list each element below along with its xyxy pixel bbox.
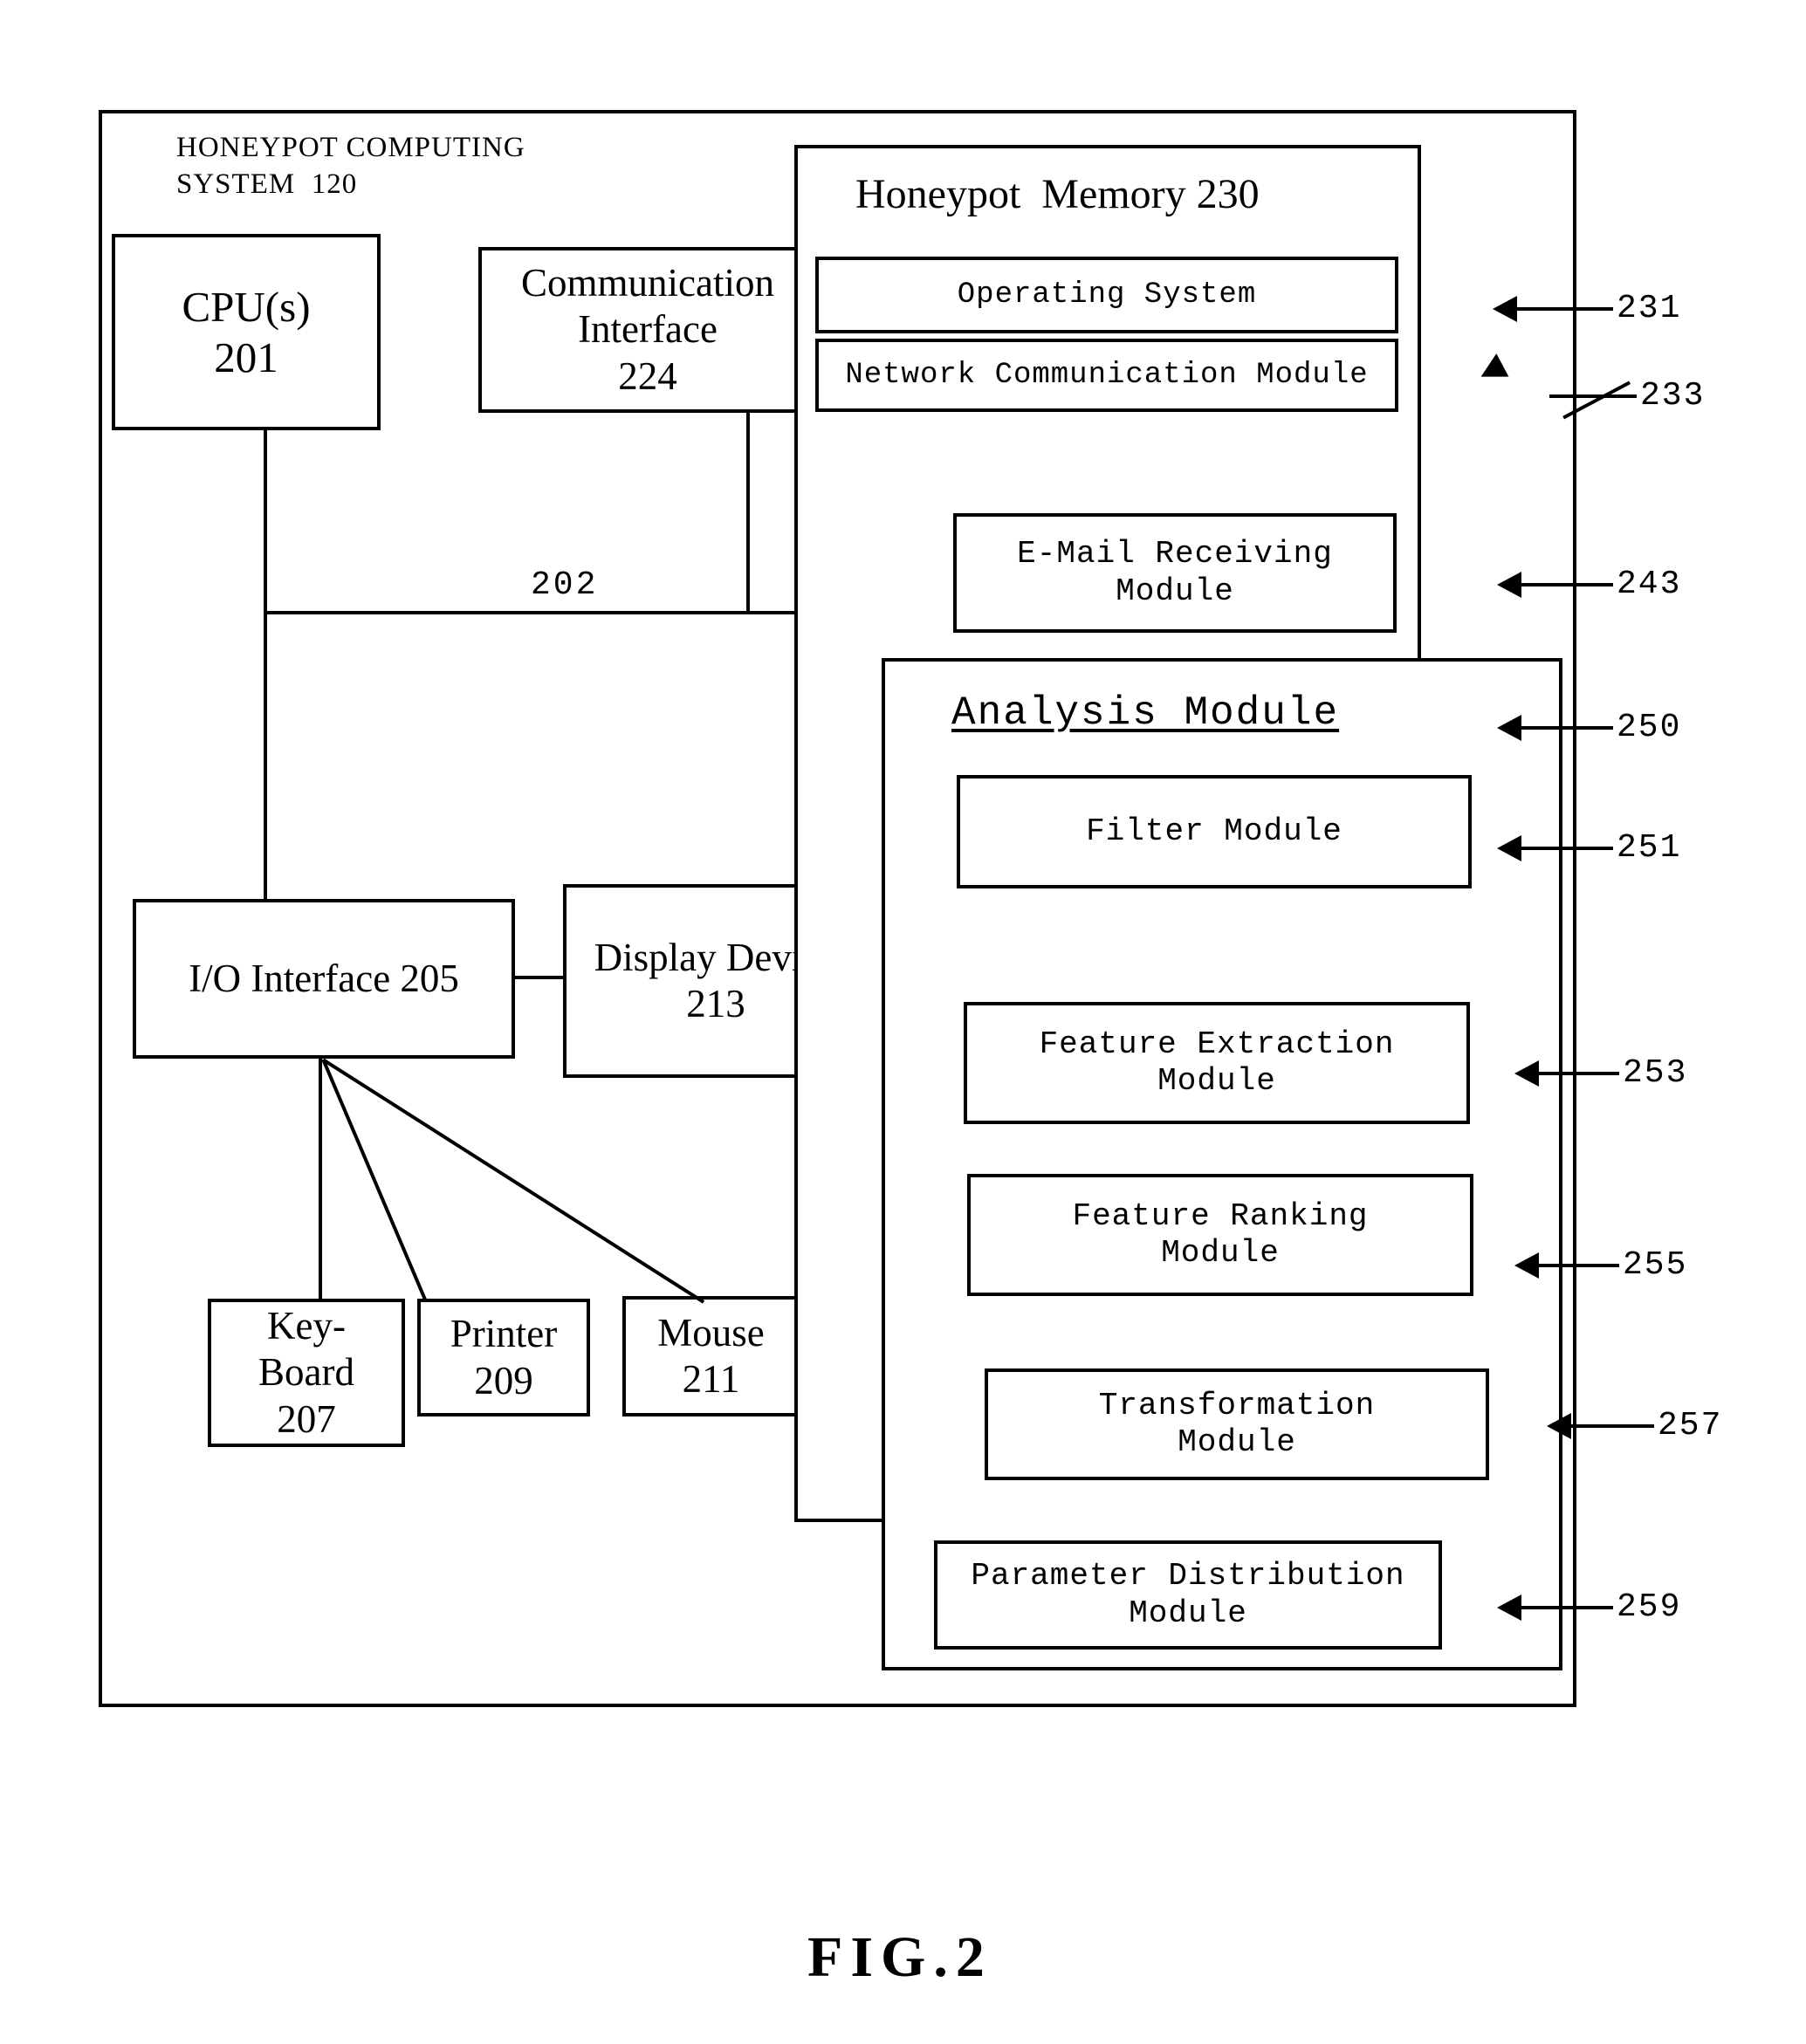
transformation-module-label-line2: Module [1178, 1424, 1296, 1460]
mouse-box: Mouse 211 [622, 1296, 800, 1416]
ref-number-259: 259 [1617, 1588, 1682, 1626]
parameter-distribution-module-box: Parameter Distribution Module [934, 1540, 1442, 1650]
communication-interface-label-line2: Interface [578, 307, 718, 352]
patent-figure-page: HONEYPOT COMPUTING SYSTEM 120 CPU(s) 201… [0, 0, 1806, 2044]
ref-number-251: 251 [1617, 829, 1682, 867]
transformation-module-box: Transformation Module [985, 1368, 1489, 1480]
feature-extraction-module-box: Feature Extraction Module [964, 1002, 1470, 1124]
email-receiving-module-box: E-Mail Receiving Module [953, 513, 1397, 633]
printer-label-line2: 209 [474, 1358, 533, 1403]
arrow-head-icon [1493, 295, 1517, 322]
email-receiving-module-label-line1: E-Mail Receiving [1017, 536, 1333, 573]
arrow-head-icon [1497, 834, 1521, 861]
display-device-label-line2: 213 [686, 982, 745, 1025]
ref-number-231: 231 [1617, 290, 1682, 327]
arrow-shaft [1517, 306, 1613, 311]
transformation-module-label-line1: Transformation [1098, 1387, 1376, 1423]
ref-number-243: 243 [1617, 566, 1682, 603]
bus-label-202: 202 [531, 566, 599, 604]
keyboard-label-line1: Key- [267, 1304, 346, 1348]
ref-number-233: 233 [1640, 377, 1706, 415]
ref-arrow-251: 251 [1497, 829, 1681, 867]
keyboard-label-line3: 207 [277, 1396, 336, 1441]
network-communication-module-box: Network Communication Module [815, 339, 1398, 412]
io-display-connector [515, 976, 565, 979]
ref-arrow-257: 257 [1547, 1407, 1722, 1444]
communication-interface-bus-vertical [746, 410, 750, 613]
io-interface-label: I/O Interface 205 [189, 956, 459, 1000]
ref-arrow-253: 253 [1514, 1054, 1687, 1092]
honeypot-memory-title: Honeypot Memory 230 [855, 171, 1260, 217]
feature-ranking-module-label-line1: Feature Ranking [1072, 1197, 1369, 1234]
cpu-box: CPU(s) 201 [112, 234, 381, 430]
feature-ranking-module-box: Feature Ranking Module [967, 1174, 1473, 1296]
communication-interface-box: Communication Interface 224 [478, 247, 817, 413]
system-title-line1: HONEYPOT COMPUTING [176, 132, 525, 163]
figure-caption: FIG.2 [807, 1925, 992, 1989]
arrow-shaft [1539, 1071, 1619, 1075]
ref-number-255: 255 [1623, 1246, 1688, 1284]
keyboard-box: Key- Board 207 [208, 1299, 405, 1447]
cpu-label-line2: 201 [214, 333, 278, 381]
arrow-shaft [1521, 1605, 1613, 1609]
filter-module-box: Filter Module [957, 775, 1472, 888]
ref-arrow-231: 231 [1493, 290, 1681, 327]
arrow-shaft [1521, 582, 1613, 586]
operating-system-label: Operating System [957, 278, 1257, 312]
arrow-head-icon [1497, 571, 1521, 598]
operating-system-box: Operating System [815, 257, 1398, 333]
communication-interface-label-line1: Communication [521, 261, 774, 305]
ref-arrow-243: 243 [1497, 566, 1681, 603]
arrow-shaft [1571, 1423, 1654, 1428]
ref-number-253: 253 [1623, 1054, 1688, 1092]
arrow-shaft [1521, 725, 1613, 730]
arrow-shaft [1549, 394, 1637, 398]
feature-extraction-module-label-line1: Feature Extraction [1039, 1025, 1395, 1062]
keyboard-label-line2: Board [258, 1350, 354, 1395]
printer-box: Printer 209 [417, 1299, 590, 1416]
network-communication-module-label: Network Communication Module [845, 358, 1369, 392]
mouse-label-line1: Mouse [657, 1310, 765, 1355]
cpu-label-line1: CPU(s) [182, 282, 311, 331]
email-receiving-module-label-line2: Module [1116, 573, 1234, 609]
printer-label-line1: Printer [450, 1312, 558, 1356]
parameter-distribution-module-label-line2: Module [1129, 1595, 1247, 1631]
parameter-distribution-module-label-line1: Parameter Distribution [971, 1558, 1405, 1595]
io-interface-bus-vertical [264, 611, 267, 901]
feature-ranking-module-label-line2: Module [1161, 1235, 1280, 1271]
arrow-head-icon [1547, 1412, 1571, 1439]
mouse-label-line2: 211 [682, 1357, 740, 1401]
arrow-shaft [1521, 846, 1613, 850]
arrow-head-icon [1497, 1594, 1521, 1621]
io-keyboard-connector [319, 1059, 322, 1300]
filter-module-label: Filter Module [1086, 813, 1342, 849]
cpu-bus-vertical [264, 428, 267, 615]
analysis-module-title: Analysis Module [951, 690, 1340, 736]
ref-arrow-250: 250 [1497, 709, 1681, 746]
communication-interface-label-line3: 224 [618, 353, 677, 398]
ref-number-257: 257 [1658, 1407, 1723, 1444]
arrow-head-icon [1497, 714, 1521, 741]
arrow-shaft [1539, 1263, 1619, 1267]
arrow-head-icon [1514, 1060, 1539, 1087]
arrow-head-icon [1514, 1252, 1539, 1279]
ref-arrow-255: 255 [1514, 1246, 1687, 1284]
ref-arrow-259: 259 [1497, 1588, 1681, 1626]
ref-number-250: 250 [1617, 709, 1682, 746]
system-title-line2: SYSTEM 120 [176, 168, 358, 200]
feature-extraction-module-label-line2: Module [1157, 1063, 1276, 1099]
io-interface-box: I/O Interface 205 [133, 899, 515, 1059]
